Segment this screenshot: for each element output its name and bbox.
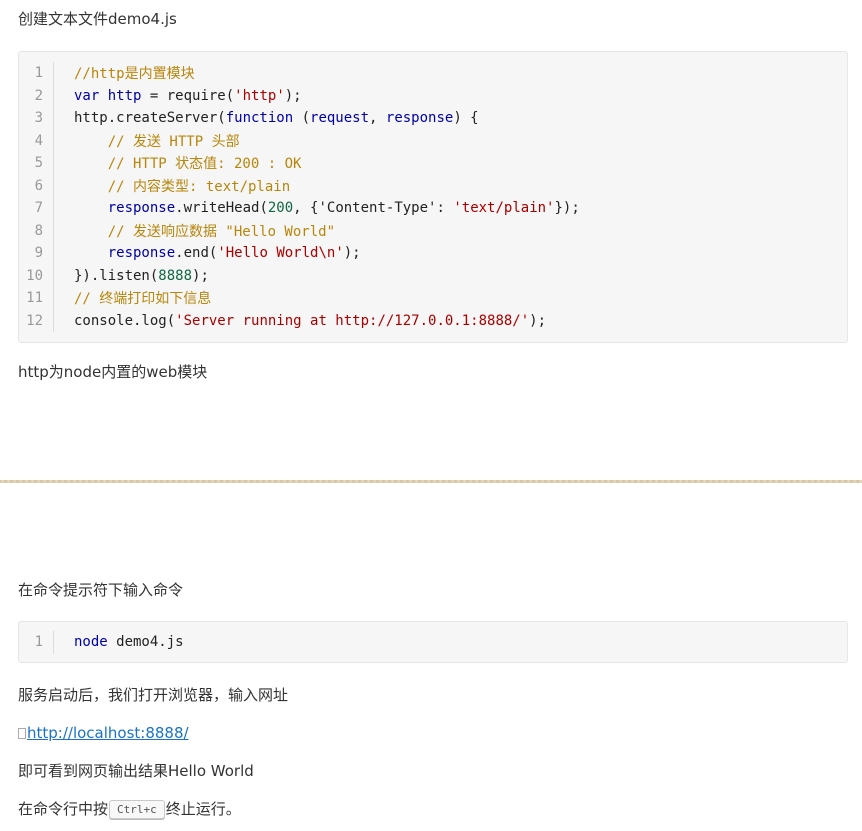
code-text: node demo4.js bbox=[74, 634, 184, 651]
code-line: 3 http.createServer(function (request, re… bbox=[19, 107, 847, 130]
code-text: // 终端打印如下信息 bbox=[74, 291, 212, 308]
line-number: 1 bbox=[19, 631, 54, 654]
code-text: // 发送响应数据 "Hello World" bbox=[107, 223, 336, 240]
command-intro-text: 在命令提示符下输入命令 bbox=[18, 581, 184, 599]
code-text: // 内容类型: text/plain bbox=[107, 178, 291, 195]
code-line: 10 }).listen(8888); bbox=[19, 264, 847, 287]
code-line: 4 // 发送 HTTP 头部 bbox=[19, 129, 847, 152]
after-start-text: 服务启动后，我们打开浏览器，输入网址 bbox=[18, 686, 289, 704]
code-line: 2 var http = require('http'); bbox=[19, 84, 847, 107]
section-divider bbox=[0, 480, 862, 483]
code-line: 7 response.writeHead(200, {'Content-Type… bbox=[19, 197, 847, 220]
code-line: 1 node demo4.js bbox=[19, 631, 847, 654]
intro-text: 创建文本文件demo4.js bbox=[18, 10, 177, 28]
code-line: 8 // 发送响应数据 "Hello World" bbox=[19, 219, 847, 242]
line-number: 9 bbox=[19, 242, 54, 265]
code-text: http.createServer(function (request, res… bbox=[74, 110, 479, 127]
line-number: 8 bbox=[19, 219, 54, 242]
line-number: 2 bbox=[19, 84, 54, 107]
code-text: //http是内置模块 bbox=[74, 66, 195, 83]
code-text: var http = require('http'); bbox=[74, 87, 302, 104]
code-line: 1 //http是内置模块 bbox=[19, 62, 847, 85]
stop-after-text: 终止运行。 bbox=[165, 800, 241, 818]
line-number: 6 bbox=[19, 174, 54, 197]
line-number: 10 bbox=[19, 264, 54, 287]
code-text: response.writeHead(200, {'Content-Type':… bbox=[107, 200, 580, 217]
code-text: response.end('Hello World\n'); bbox=[107, 245, 361, 262]
line-number: 11 bbox=[19, 287, 54, 310]
code-line: 6 // 内容类型: text/plain bbox=[19, 174, 847, 197]
code-text: // 发送 HTTP 头部 bbox=[107, 133, 240, 150]
code-line: 5 // HTTP 状态值: 200 : OK bbox=[19, 152, 847, 175]
result-text: 即可看到网页输出结果Hello World bbox=[18, 762, 254, 780]
line-number: 7 bbox=[19, 197, 54, 220]
code-text: }).listen(8888); bbox=[74, 267, 209, 284]
line-number: 1 bbox=[19, 62, 54, 85]
note-text: http为node内置的web模块 bbox=[18, 363, 208, 381]
code-block-command: 1 node demo4.js bbox=[18, 621, 848, 663]
code-line: 9 response.end('Hello World\n'); bbox=[19, 242, 847, 265]
stop-before-text: 在命令行中按 bbox=[18, 800, 109, 818]
broken-image-icon bbox=[18, 728, 26, 739]
stop-instruction: 在命令行中按 Ctrl+c 终止运行。 bbox=[18, 799, 241, 819]
code-line: 11 // 终端打印如下信息 bbox=[19, 287, 847, 310]
line-number: 4 bbox=[19, 129, 54, 152]
localhost-link[interactable]: http://localhost:8888/ bbox=[27, 724, 189, 742]
ctrl-c-key: Ctrl+c bbox=[109, 800, 165, 819]
line-number: 5 bbox=[19, 152, 54, 175]
code-text: console.log('Server running at http://12… bbox=[74, 312, 547, 329]
line-number: 3 bbox=[19, 107, 54, 130]
url-line: http://localhost:8888/ bbox=[18, 723, 189, 743]
line-number: 12 bbox=[19, 309, 54, 332]
code-block-demo4: 1 //http是内置模块 2 var http = require('http');… bbox=[18, 51, 848, 343]
code-text: // HTTP 状态值: 200 : OK bbox=[107, 156, 302, 173]
code-line: 12 console.log('Server running at http://… bbox=[19, 309, 847, 332]
